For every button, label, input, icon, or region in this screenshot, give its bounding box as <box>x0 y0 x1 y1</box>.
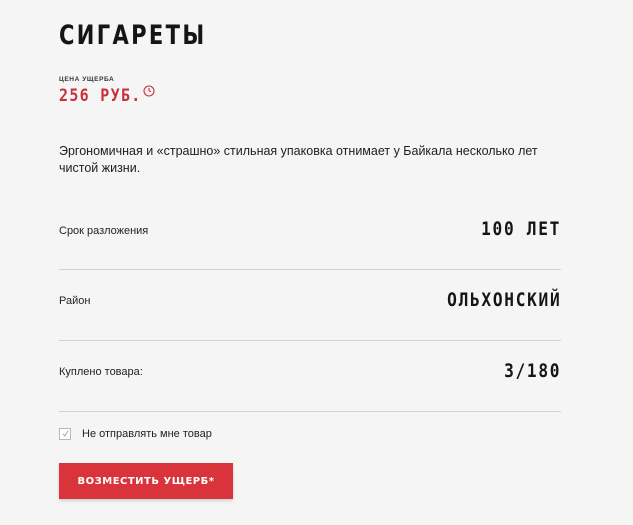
detail-row-district: Район ОЛЬХОНСКИЙ <box>59 268 561 341</box>
no-delivery-checkbox[interactable] <box>59 428 71 440</box>
price: 256 РУБ. <box>59 85 155 106</box>
compensate-damage-button[interactable]: ВОЗМЕСТИТЬ УЩЕРБ* <box>59 463 233 499</box>
checkmark-icon <box>62 430 69 437</box>
detail-row-purchased: Куплено товара: 3/180 <box>59 339 561 412</box>
no-delivery-option[interactable]: Не отправлять мне товар <box>59 428 212 440</box>
clock-icon <box>143 85 155 97</box>
no-delivery-label[interactable]: Не отправлять мне товар <box>82 428 212 440</box>
detail-value: 100 ЛЕТ <box>481 218 561 240</box>
detail-label: Срок разложения <box>59 225 149 237</box>
price-value: 256 РУБ. <box>59 86 142 106</box>
product-description: Эргономичная и «страшно» стильная упаков… <box>59 144 538 175</box>
detail-label: Куплено товара: <box>59 366 143 378</box>
page-title: СИГАРЕТЫ <box>59 20 207 51</box>
detail-label: Район <box>59 295 91 307</box>
detail-row-decomposition: Срок разложения 100 ЛЕТ <box>59 197 561 270</box>
detail-value: ОЛЬХОНСКИЙ <box>446 289 561 311</box>
price-label: ЦЕНА УЩЕРБА <box>59 76 115 83</box>
detail-value: 3/180 <box>503 360 561 382</box>
